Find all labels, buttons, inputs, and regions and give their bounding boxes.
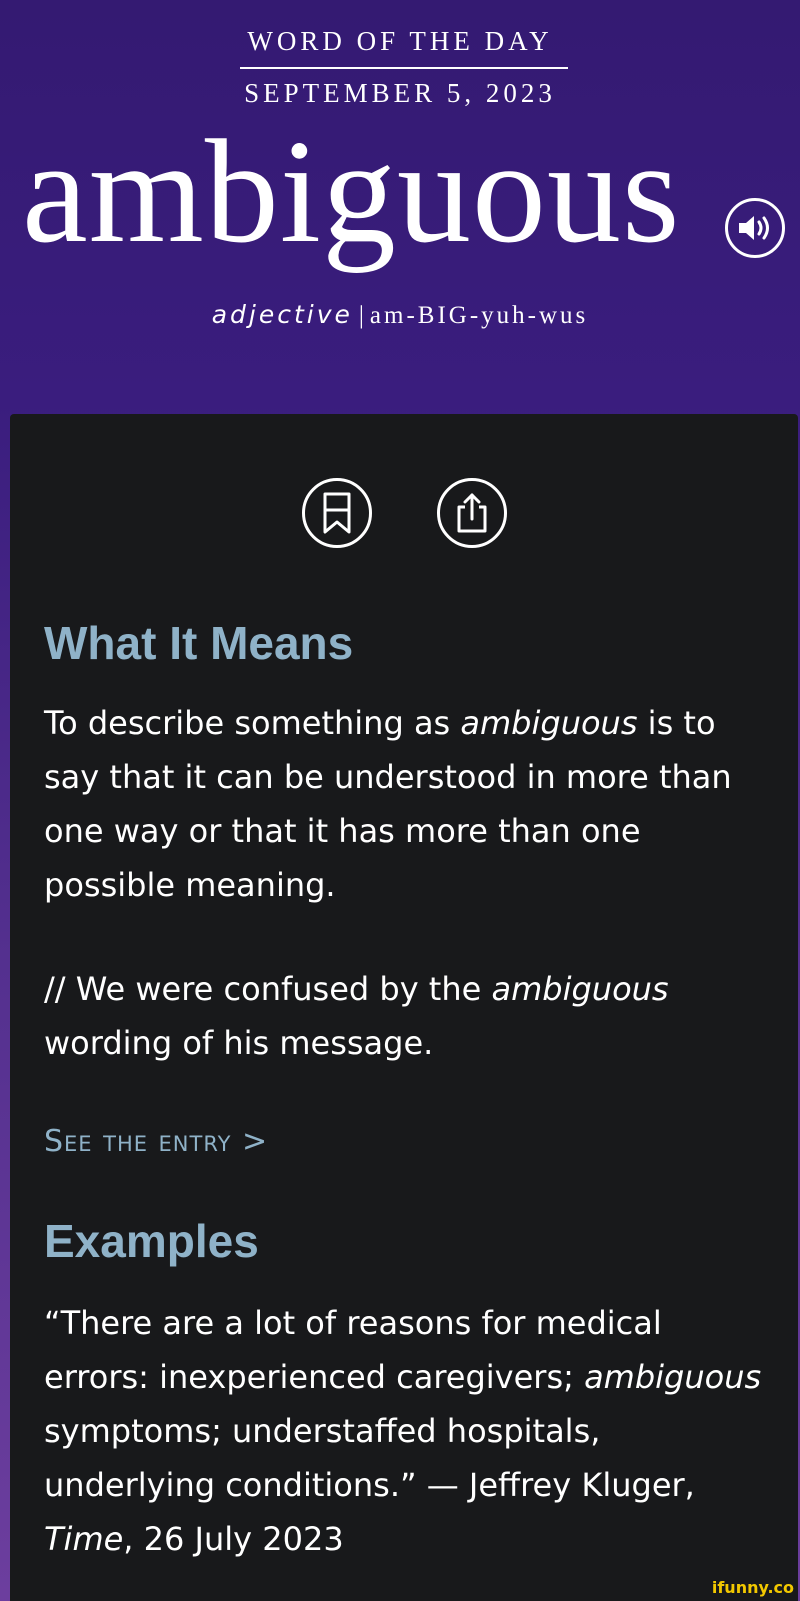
see-the-entry-link[interactable]: See the entry > <box>44 1124 268 1159</box>
examples-heading: Examples <box>44 1215 259 1267</box>
share-icon <box>457 493 487 533</box>
bookmark-button[interactable] <box>302 478 372 548</box>
section-label: WORD OF THE DAY <box>247 26 553 56</box>
content-card: What It Means To describe something as a… <box>10 414 798 1601</box>
what-it-means-heading: What It Means <box>44 617 354 669</box>
audio-pronunciation-button[interactable] <box>725 198 785 258</box>
word-meta: adjective | am-BIG-yuh-wus <box>0 300 800 330</box>
share-button[interactable] <box>437 478 507 548</box>
usage-example: // We were confused by the ambiguous wor… <box>44 970 669 1062</box>
definition-text: To describe something as ambiguous is to… <box>44 704 732 904</box>
word-emphasis: ambiguous <box>460 704 638 742</box>
watermark-logo: ifunny.co <box>711 1578 794 1597</box>
example-quote: “There are a lot of reasons for medical … <box>44 1304 762 1558</box>
headword: ambiguous <box>22 110 681 274</box>
meta-separator: | <box>358 302 364 329</box>
label-divider <box>240 67 568 69</box>
word-emphasis: ambiguous <box>491 970 669 1008</box>
pronunciation: am-BIG-yuh-wus <box>369 302 589 329</box>
wotd-date: SEPTEMBER 5, 2023 <box>244 78 556 108</box>
part-of-speech: adjective <box>211 300 353 329</box>
quote-source: Time <box>44 1520 124 1558</box>
word-emphasis: ambiguous <box>584 1358 762 1396</box>
word-of-the-day-header: WORD OF THE DAY SEPTEMBER 5, 2023 ambigu… <box>0 0 800 414</box>
bookmark-icon <box>323 492 351 534</box>
speaker-icon <box>739 216 769 240</box>
